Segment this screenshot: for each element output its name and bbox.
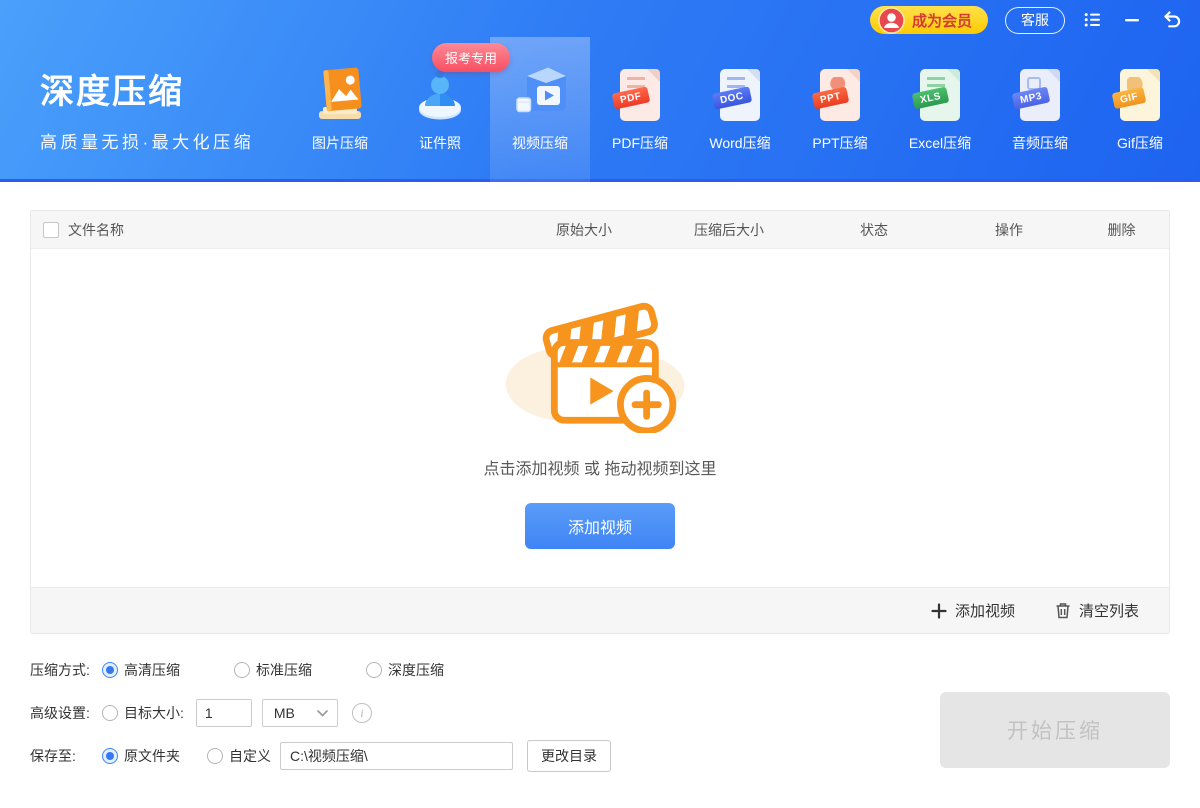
main-content: 文件名称 原始大小 压缩后大小 状态 操作 删除 (0, 210, 1200, 808)
tab-label: Gif压缩 (1117, 133, 1163, 153)
radio-label: 原文件夹 (124, 746, 180, 766)
radio-dot (366, 662, 382, 678)
column-delete: 删除 (1074, 220, 1169, 240)
support-label: 客服 (1021, 10, 1049, 30)
file-tag: DOC (712, 86, 752, 109)
column-original-size: 原始大小 (514, 220, 654, 240)
empty-hint: 点击添加视频 或 拖动视频到这里 (484, 455, 717, 479)
nav-tabs: 图片压缩 报考专用 证件照 视频压缩 PDF PDF压缩 DOC Word压缩 (290, 37, 1190, 182)
footer-add-label: 添加视频 (955, 600, 1015, 621)
unit-value: MB (274, 705, 295, 721)
minimize-icon[interactable] (1121, 9, 1143, 31)
column-status: 状态 (804, 220, 944, 240)
advanced-settings-label: 高级设置: (30, 703, 102, 723)
file-tag: GIF (1112, 87, 1147, 109)
radio-hd-compress[interactable]: 高清压缩 (102, 660, 180, 680)
radio-dot (207, 748, 223, 764)
ppt-doc-icon: PPT (820, 57, 860, 121)
become-member-button[interactable]: 成为会员 (870, 6, 988, 34)
brand: 深度压缩 高质量无损·最大化压缩 (40, 64, 254, 153)
save-to-label: 保存至: (30, 746, 102, 766)
column-file-name: 文件名称 (68, 220, 124, 240)
excel-doc-icon: XLS (920, 57, 960, 121)
file-tag: XLS (912, 87, 950, 110)
radio-label: 标准压缩 (256, 660, 312, 680)
tab-word-compress[interactable]: DOC Word压缩 (690, 37, 790, 182)
column-operation: 操作 (944, 220, 1074, 240)
radio-deep-compress[interactable]: 深度压缩 (366, 660, 444, 680)
save-path-input[interactable] (280, 742, 513, 770)
select-all-checkbox[interactable] (43, 222, 59, 238)
radio-label: 自定义 (229, 746, 271, 766)
compress-mode-label: 压缩方式: (30, 660, 102, 680)
radio-original-folder[interactable]: 原文件夹 (102, 746, 180, 766)
settings-section: 压缩方式: 高清压缩 标准压缩 深度压缩 高级设置: 目标大小: MB (0, 634, 1200, 808)
trash-icon (1055, 602, 1071, 619)
clear-list-label: 清空列表 (1079, 600, 1139, 621)
change-directory-button[interactable]: 更改目录 (527, 740, 611, 772)
radio-dot (234, 662, 250, 678)
radio-label: 深度压缩 (388, 660, 444, 680)
info-icon[interactable]: i (352, 703, 372, 723)
tab-label: 图片压缩 (312, 133, 368, 153)
radio-dot (102, 705, 118, 721)
video-compress-icon (510, 57, 570, 121)
app-header: 成为会员 客服 深度压缩 高质量无损·最大化压缩 图片压缩 报考专用 (0, 0, 1200, 182)
tab-label: Word压缩 (709, 133, 770, 153)
avatar-icon (878, 7, 905, 34)
radio-label: 目标大小: (124, 703, 184, 723)
empty-state: 点击添加视频 或 拖动视频到这里 添加视频 (484, 287, 717, 549)
radio-label: 高清压缩 (124, 660, 180, 680)
chevron-down-icon (317, 710, 328, 717)
tab-id-photo[interactable]: 报考专用 证件照 (390, 37, 490, 182)
radio-target-size[interactable]: 目标大小: (102, 703, 184, 723)
image-compress-icon (312, 57, 368, 121)
clear-list-button[interactable]: 清空列表 (1055, 600, 1139, 621)
unit-select[interactable]: MB (262, 699, 338, 727)
tab-gif-compress[interactable]: GIF Gif压缩 (1090, 37, 1190, 182)
radio-dot (102, 662, 118, 678)
file-table-header: 文件名称 原始大小 压缩后大小 状态 操作 删除 (31, 211, 1169, 249)
tab-ppt-compress[interactable]: PPT PPT压缩 (790, 37, 890, 182)
file-tag: PPT (812, 87, 850, 110)
add-video-button[interactable]: 添加视频 (525, 503, 675, 549)
plus-icon (931, 603, 947, 619)
radio-dot (102, 748, 118, 764)
file-list-panel: 文件名称 原始大小 压缩后大小 状态 操作 删除 (30, 210, 1170, 634)
drop-zone[interactable]: 点击添加视频 或 拖动视频到这里 添加视频 (31, 249, 1169, 587)
radio-standard-compress[interactable]: 标准压缩 (234, 660, 312, 680)
compress-mode-row: 压缩方式: 高清压缩 标准压缩 深度压缩 (30, 655, 1170, 685)
file-tag: MP3 (1012, 86, 1051, 109)
tab-image-compress[interactable]: 图片压缩 (290, 37, 390, 182)
word-doc-icon: DOC (720, 57, 760, 121)
start-compress-button[interactable]: 开始压缩 (940, 692, 1170, 768)
tab-pdf-compress[interactable]: PDF PDF压缩 (590, 37, 690, 182)
tab-audio-compress[interactable]: MP3 音频压缩 (990, 37, 1090, 182)
audio-doc-icon: MP3 (1020, 57, 1060, 121)
tab-label: 视频压缩 (512, 133, 568, 153)
exit-icon[interactable] (1160, 9, 1182, 31)
tab-excel-compress[interactable]: XLS Excel压缩 (890, 37, 990, 182)
topbar: 成为会员 客服 (870, 6, 1182, 34)
member-label: 成为会员 (912, 10, 972, 31)
clapperboard-add-icon (498, 287, 702, 433)
footer-add-video-button[interactable]: 添加视频 (931, 600, 1015, 621)
list-menu-icon[interactable] (1082, 9, 1104, 31)
pdf-doc-icon: PDF (620, 57, 660, 121)
target-size-input[interactable] (196, 699, 252, 727)
radio-custom-folder[interactable]: 自定义 (207, 746, 271, 766)
file-table-footer: 添加视频 清空列表 (31, 587, 1169, 633)
support-button[interactable]: 客服 (1005, 7, 1065, 34)
column-compressed-size: 压缩后大小 (654, 220, 804, 240)
tab-label: 证件照 (419, 133, 461, 153)
app-title: 深度压缩 (40, 64, 254, 113)
gif-doc-icon: GIF (1120, 57, 1160, 121)
tab-label: PDF压缩 (612, 133, 668, 153)
exam-badge: 报考专用 (432, 43, 510, 72)
tab-label: Excel压缩 (909, 133, 971, 153)
tab-label: 音频压缩 (1012, 133, 1068, 153)
file-tag: PDF (612, 86, 650, 109)
tab-label: PPT压缩 (812, 133, 867, 153)
app-subtitle: 高质量无损·最大化压缩 (40, 128, 254, 153)
